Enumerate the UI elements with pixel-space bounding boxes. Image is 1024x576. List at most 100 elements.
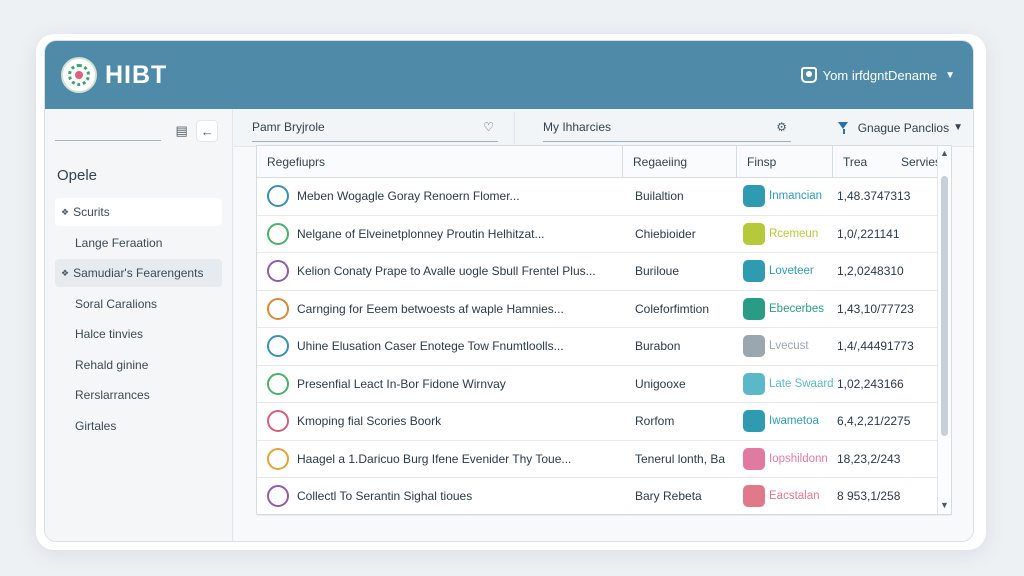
group-icon xyxy=(743,485,765,508)
column-header-region[interactable]: Regaeiing xyxy=(623,146,737,177)
sidebar-item[interactable]: Soral Caralions xyxy=(55,290,222,318)
avatar-icon xyxy=(267,297,289,320)
table-header: Regefiuprs Regaeiing Finsp Trea Servies xyxy=(257,146,951,178)
title-cell: Presenfial Leact In-Bor Fidone Wirnvay xyxy=(257,372,623,395)
sidebar-search-input[interactable] xyxy=(55,121,161,141)
data-table: Regefiuprs Regaeiing Finsp Trea Servies … xyxy=(256,145,952,516)
region-cell: Coleforfimtion xyxy=(635,301,710,316)
region-cell: Unigooxe xyxy=(635,376,686,391)
group-cell: Iwametoa xyxy=(737,410,833,433)
group-label: Iopshildonn xyxy=(769,452,828,465)
project-select[interactable]: Pamr Bryjrole ♡ xyxy=(252,114,498,142)
table-row[interactable]: Haagel a 1.Daricuo Burg Ifene Evenider T… xyxy=(257,441,951,478)
region-cell: Builaltion xyxy=(635,189,684,204)
group-label: Eacstalan xyxy=(769,490,820,503)
value-cell: 6,4,2,21/2275 xyxy=(837,414,911,429)
group-label: Lvecust xyxy=(769,340,809,353)
user-icon xyxy=(800,67,817,83)
value-cell: 1,0/,221141 xyxy=(837,226,900,241)
toolbar-divider xyxy=(514,111,515,144)
sidebar-item-label: Scurits xyxy=(73,205,110,219)
title-cell: Carnging for Eeem betwoests af waple Ham… xyxy=(257,297,623,320)
sidebar-item-label: Girtales xyxy=(75,418,117,433)
title-cell: Meben Wogagle Goray Renoern Flomer... xyxy=(257,185,623,208)
table-body: Meben Wogagle Goray Renoern Flomer... Bui… xyxy=(257,178,951,516)
title-cell: Kelion Conaty Prape to Avalle uogle Sbul… xyxy=(257,260,623,283)
main-toolbar: Pamr Bryjrole ♡ My Ihharcies ⚙ Gnague Pa… xyxy=(234,109,973,147)
column-header-title[interactable]: Regefiuprs xyxy=(257,146,623,177)
sidebar-list: ❖ Scurits Lange Feraation ❖ Samudiar's Feare… xyxy=(55,198,222,440)
column-header-group[interactable]: Finsp xyxy=(737,146,833,177)
group-label: Late Swaard xyxy=(769,377,833,390)
group-cell: Loveteer xyxy=(737,260,833,283)
group-icon xyxy=(743,447,765,470)
row-title: Nelgane of Elveinetplonney Proutin Helhi… xyxy=(297,226,545,241)
scroll-down-icon[interactable]: ▼ xyxy=(938,498,951,512)
sidebar-item[interactable]: Rerslarrances xyxy=(55,381,222,409)
group-icon xyxy=(743,222,765,245)
sidebar-item-label: Soral Caralions xyxy=(75,296,158,311)
group-cell: Iopshildonn xyxy=(737,447,833,470)
app-header: HIBT Yom irfdgntDename ▼ xyxy=(45,41,973,109)
region-cell: Chiebioider xyxy=(635,226,696,241)
column-header-services-label: Servies xyxy=(900,154,941,169)
user-menu[interactable]: Yom irfdgntDename ▼ xyxy=(800,67,955,83)
region-cell: Buriloue xyxy=(635,264,680,279)
row-title: Presenfial Leact In-Bor Fidone Wirnvay xyxy=(297,376,506,391)
value-cell: 8 953,1/258 xyxy=(837,489,901,504)
table-row[interactable]: Kmoping fial Scories Boork Rorfom Iwametoa… xyxy=(257,403,951,441)
calendar-icon[interactable]: ▤ xyxy=(171,120,193,142)
sidebar-item[interactable]: Girtales xyxy=(55,412,222,440)
library-select-label: My Ihharcies xyxy=(543,120,612,134)
scroll-thumb[interactable] xyxy=(941,176,948,436)
sidebar-item-label: Lange Feraation xyxy=(75,235,163,250)
value-cell: 1,02,243166 xyxy=(837,376,904,391)
scroll-up-icon[interactable]: ▲ xyxy=(938,146,951,160)
sidebar-toolbar: ▤ ← xyxy=(55,119,222,143)
group-label: Rcemeun xyxy=(769,227,819,240)
app-window: HIBT Yom irfdgntDename ▼ ▤ ← Opele ❖ Scur… xyxy=(44,40,974,542)
table-row[interactable]: Kelion Conaty Prape to Avalle uogle Sbul… xyxy=(257,253,951,291)
back-arrow-icon[interactable]: ← xyxy=(196,120,218,142)
title-cell: Kmoping fial Scories Boork xyxy=(257,410,623,433)
value-cell: 1,43,10/77723 xyxy=(837,301,914,316)
expand-icon: ❖ xyxy=(61,267,70,278)
avatar-icon xyxy=(267,260,289,283)
group-cell: Ebecerbes xyxy=(737,297,833,320)
region-cell: Tenerul lonth, Ba xyxy=(635,451,726,466)
avatar-icon xyxy=(267,485,289,508)
user-name: Yom irfdgntDename xyxy=(822,67,938,83)
table-row[interactable]: Collectl To Serantin Sighal tioues Bary R… xyxy=(257,478,951,516)
avatar-icon xyxy=(267,447,289,470)
avatar-icon xyxy=(267,222,289,245)
sidebar-item[interactable]: ❖ Samudiar's Fearengents xyxy=(55,259,222,287)
sidebar-title: Opele xyxy=(57,167,98,184)
sidebar-item[interactable]: Lange Feraation xyxy=(55,229,222,257)
avatar-icon xyxy=(267,372,289,395)
filter-dropdown[interactable]: Gnague Panclios ▼ xyxy=(837,121,963,135)
sidebar: ▤ ← Opele ❖ Scurits Lange Feraation ❖ Samudi… xyxy=(45,109,233,541)
table-row[interactable]: Carnging for Eeem betwoests af waple Ham… xyxy=(257,291,951,328)
row-title: Collectl To Serantin Sighal tioues xyxy=(297,489,473,504)
column-header-value[interactable]: Trea Servies xyxy=(833,146,951,177)
avatar-icon xyxy=(267,410,289,433)
group-icon xyxy=(743,260,765,283)
row-title: Kmoping fial Scories Boork xyxy=(297,414,442,429)
table-row[interactable]: Nelgane of Elveinetplonney Proutin Helhi… xyxy=(257,216,951,253)
sidebar-item[interactable]: Halce tinvies xyxy=(55,320,222,348)
group-cell: Eacstalan xyxy=(737,485,833,508)
library-select[interactable]: My Ihharcies ⚙ xyxy=(543,114,791,142)
table-row[interactable]: Meben Wogagle Goray Renoern Flomer... Bui… xyxy=(257,178,951,216)
row-title: Meben Wogagle Goray Renoern Flomer... xyxy=(297,189,520,204)
group-cell: Inmancian xyxy=(737,185,833,208)
column-header-tree-label: Trea xyxy=(843,154,868,169)
filter-icon xyxy=(837,121,850,134)
title-cell: Uhine Elusation Caser Enotege Tow Fnumtl… xyxy=(257,335,623,358)
project-select-label: Pamr Bryjrole xyxy=(252,120,325,134)
sidebar-item[interactable]: Rehald ginine xyxy=(55,351,222,379)
sidebar-item[interactable]: ❖ Scurits xyxy=(55,198,222,226)
vertical-scrollbar[interactable]: ▲ ▼ xyxy=(937,146,951,514)
row-title: Carnging for Eeem betwoests af waple Ham… xyxy=(297,301,564,316)
table-row[interactable]: Uhine Elusation Caser Enotege Tow Fnumtl… xyxy=(257,328,951,366)
table-row[interactable]: Presenfial Leact In-Bor Fidone Wirnvay Un… xyxy=(257,366,951,403)
